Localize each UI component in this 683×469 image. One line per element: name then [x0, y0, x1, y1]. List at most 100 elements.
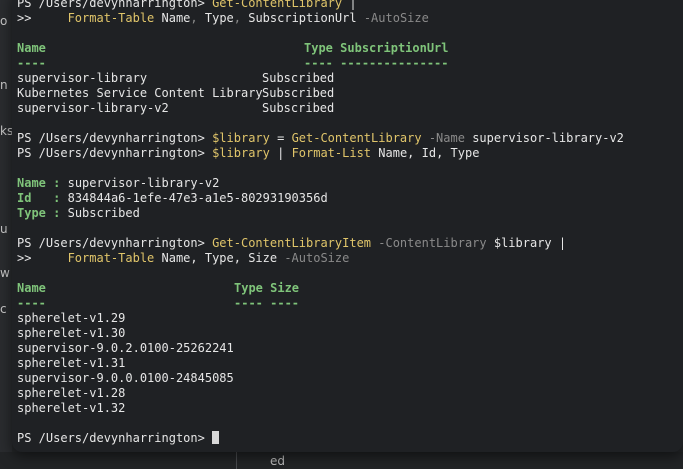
- table-row: spherelet-v1.32: [17, 401, 125, 416]
- pipe: |: [551, 236, 567, 250]
- list-entry: Type : Subscribed: [17, 206, 140, 221]
- prompt: PS /Users/devynharrington>: [17, 431, 213, 445]
- continuation-line: >> Format-Table Name, Type, Size -AutoSi…: [17, 251, 349, 266]
- table-row: spherelet-v1.31: [17, 356, 125, 371]
- cell-type: Subscribed: [262, 101, 335, 115]
- background-label: ks: [0, 124, 12, 138]
- column-header: Name: [17, 281, 46, 295]
- comma: ,: [190, 11, 198, 25]
- terminal-window[interactable]: PS /Users/devynharrington> Get-ContentLi…: [12, 0, 683, 452]
- table-row: Subscribed: [262, 101, 334, 116]
- table-underline: ---- ---------------: [304, 56, 449, 71]
- table-row: supervisor-library-v2: [17, 101, 169, 116]
- cell-name: spherelet-v1.29: [17, 311, 126, 325]
- prompt: PS /Users/devynharrington>: [17, 236, 213, 250]
- list-entry: Name : supervisor-library-v2: [17, 176, 219, 191]
- cmdlet: Get-ContentLibrary: [212, 0, 343, 10]
- cell-type: Subscribed: [262, 71, 335, 85]
- table-row: supervisor-9.0.2.0100-25262241: [17, 341, 234, 356]
- command-line: PS /Users/devynharrington> $library = Ge…: [17, 131, 624, 146]
- parameter: -Name: [421, 131, 465, 145]
- column-header: SubscriptionUrl: [340, 41, 449, 55]
- cell-name: supervisor-library: [17, 71, 148, 85]
- input-line[interactable]: PS /Users/devynharrington>: [17, 431, 220, 446]
- cell-name: spherelet-v1.32: [17, 401, 126, 415]
- table-header: Name: [17, 281, 46, 296]
- column-underline: ----: [17, 296, 46, 310]
- background-label: w: [0, 266, 10, 280]
- column-underline: ----: [17, 56, 46, 70]
- cmdlet: Format-List: [291, 146, 372, 160]
- prompt: PS /Users/devynharrington>: [17, 0, 213, 10]
- background-label: o: [0, 14, 8, 28]
- cmdlet: Format-Table: [67, 251, 155, 265]
- continuation-line: >> Format-Table Name, Type, Subscription…: [17, 11, 429, 26]
- cell-name: spherelet-v1.31: [17, 356, 126, 370]
- parameter: -ContentLibrary: [371, 236, 487, 250]
- operator: =: [269, 131, 292, 145]
- argument: Type: [197, 11, 234, 25]
- table-row: supervisor-9.0.0.0100-24845085: [17, 371, 234, 386]
- terminal-output[interactable]: PS /Users/devynharrington> Get-ContentLi…: [17, 0, 683, 452]
- background-label: n: [0, 78, 8, 92]
- table-underline: ----: [17, 296, 46, 311]
- table-row: Subscribed: [262, 71, 334, 86]
- column-header: Type: [304, 41, 333, 55]
- table-row: spherelet-v1.29: [17, 311, 125, 326]
- cell-type: Subscribed: [262, 86, 335, 100]
- variable: $library: [212, 131, 270, 145]
- table-row: spherelet-v1.28: [17, 386, 125, 401]
- continuation-prompt: >>: [17, 11, 68, 25]
- command-line: PS /Users/devynharrington> Get-ContentLi…: [17, 0, 357, 11]
- table-row: supervisor-library: [17, 71, 147, 86]
- list-value: 834844a6-1efe-47e3-a1e5-80293190356d: [67, 191, 328, 205]
- background-bottom-text: ed: [270, 454, 285, 468]
- cell-name: spherelet-v1.30: [17, 326, 126, 340]
- table-row: Kubernetes Service Content Library: [17, 86, 263, 101]
- cmdlet: Get-ContentLibraryItem: [212, 236, 372, 250]
- table-header: Type SubscriptionUrl: [304, 41, 449, 56]
- list-key: Type: [17, 206, 46, 220]
- list-separator: :: [45, 176, 68, 190]
- list-key: Name: [17, 176, 46, 190]
- comma: ,: [233, 11, 241, 25]
- table-underline: ---- ----: [234, 296, 299, 311]
- table-underline: ----: [17, 56, 46, 71]
- parameter: -AutoSize: [277, 251, 350, 265]
- cmdlet: Format-Table: [67, 11, 155, 25]
- argument: Name: [154, 11, 191, 25]
- background-label: c: [0, 302, 7, 316]
- table-header: Type Size: [234, 281, 299, 296]
- cell-name: supervisor-library-v2: [17, 101, 169, 115]
- column-underline: ---------------: [340, 56, 449, 70]
- parameter: -AutoSize: [356, 11, 429, 25]
- table-row: spherelet-v1.30: [17, 326, 125, 341]
- argument: SubscriptionUrl: [241, 11, 357, 25]
- cell-name: supervisor-9.0.2.0100-25262241: [17, 341, 234, 355]
- command-line: PS /Users/devynharrington> Get-ContentLi…: [17, 236, 566, 251]
- cmdlet: Get-ContentLibrary: [291, 131, 422, 145]
- cell-name: spherelet-v1.28: [17, 386, 126, 400]
- variable: $library: [212, 146, 270, 160]
- column-header: Name: [17, 41, 46, 55]
- table-row: Subscribed: [262, 86, 334, 101]
- prompt: PS /Users/devynharrington>: [17, 131, 213, 145]
- list-separator: :: [45, 191, 68, 205]
- column-underline: ----: [304, 56, 333, 70]
- pipe: |: [269, 146, 292, 160]
- column-underline: ---- ----: [234, 296, 300, 310]
- cell-name: supervisor-9.0.0.0100-24845085: [17, 371, 234, 385]
- list-separator: :: [45, 206, 68, 220]
- list-key: Id: [17, 191, 46, 205]
- background-bottom-bar: [0, 452, 683, 469]
- background-divider: [236, 452, 237, 469]
- command-line: PS /Users/devynharrington> $library | Fo…: [17, 146, 479, 161]
- argument: Name, Type, Size: [154, 251, 278, 265]
- background-sidebar-strip: o n ks u w c: [0, 0, 12, 469]
- list-entry: Id : 834844a6-1efe-47e3-a1e5-80293190356…: [17, 191, 328, 206]
- column-header: Type Size: [234, 281, 300, 295]
- text-cursor[interactable]: [212, 431, 220, 444]
- argument: Name, Id, Type: [371, 146, 480, 160]
- cell-name: Kubernetes Service Content Library: [17, 86, 263, 100]
- argument: supervisor-library-v2: [464, 131, 624, 145]
